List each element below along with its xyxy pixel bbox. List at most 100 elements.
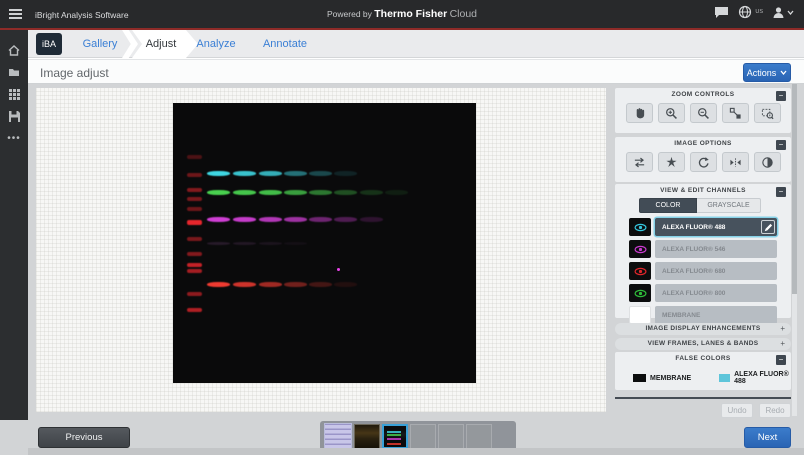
collapse-icon[interactable]: −: [776, 91, 786, 101]
color-swatch: [633, 374, 646, 382]
home-icon: [8, 45, 20, 56]
eye-visibility-icon[interactable]: [629, 284, 651, 302]
user-menu-icon[interactable]: [772, 6, 794, 19]
gel-band-alexa-680-red: [334, 282, 357, 287]
sidebar-item-gallery[interactable]: [0, 84, 28, 104]
section-title: FALSE COLORS: [615, 355, 791, 362]
gel-band-alexa-546-magenta: [207, 217, 230, 222]
collapse-icon[interactable]: −: [776, 187, 786, 197]
gel-band-alexa-680-red: [207, 282, 230, 287]
channel-button-488[interactable]: ALEXA FLUOR® 488: [655, 218, 777, 236]
false-color-membrane: MEMBRANE: [633, 371, 691, 385]
view-frames-lanes-bands-bar[interactable]: VIEW FRAMES, LANES & BANDS +: [615, 338, 791, 350]
ladder-band: [187, 269, 202, 273]
tab-annotate[interactable]: Annotate: [256, 30, 314, 58]
zoom-selection-button[interactable]: [754, 103, 781, 123]
gel-band-alexa-800-green: [259, 190, 282, 195]
color-mode-button[interactable]: COLOR: [639, 198, 697, 213]
iba-logo[interactable]: iBA: [36, 33, 62, 55]
thumbnail-fluor-selected[interactable]: [382, 424, 408, 449]
mirror-button[interactable]: [722, 152, 749, 172]
collapse-icon[interactable]: −: [776, 355, 786, 365]
section-title: VIEW & EDIT CHANNELS: [615, 187, 791, 194]
channel-button-membrane[interactable]: MEMBRANE: [655, 306, 777, 324]
gel-band-alexa-546-magenta: [233, 217, 256, 222]
sidebar-item-files[interactable]: [0, 62, 28, 82]
redo-button[interactable]: Redo: [759, 403, 791, 418]
section-title: IMAGE OPTIONS: [615, 140, 791, 147]
main-content: ZOOM CONTROLS − IMAGE OPTIONS −: [28, 84, 804, 420]
gel-band-faint-row: [207, 242, 230, 245]
channel-button-800[interactable]: ALEXA FLUOR® 800: [655, 284, 777, 302]
gel-speck: [337, 268, 340, 271]
undo-button[interactable]: Undo: [721, 403, 753, 418]
thumbnail-chemi[interactable]: [354, 424, 380, 449]
zoom-in-icon: [665, 107, 678, 120]
channel-row-680: ALEXA FLUOR® 680: [629, 262, 777, 280]
gel-band-alexa-800-green: [385, 190, 408, 195]
sidebar-item-save[interactable]: [0, 106, 28, 126]
false-color-488: ALEXA FLUOR® 488: [719, 371, 791, 385]
channel-button-680[interactable]: ALEXA FLUOR® 680: [655, 262, 777, 280]
actual-size-button[interactable]: [722, 103, 749, 123]
gel-band-faint-row: [259, 242, 282, 245]
eye-visibility-icon[interactable]: [629, 262, 651, 280]
crop-button[interactable]: [658, 152, 685, 172]
zoom-selection-icon: [761, 107, 774, 120]
gel-band-alexa-546-magenta: [309, 217, 332, 222]
powered-by: Powered by Thermo Fisher Cloud: [327, 8, 477, 20]
hamburger-menu-icon[interactable]: [9, 9, 22, 19]
mirror-icon: [729, 156, 742, 169]
left-sidebar: •••: [0, 30, 28, 455]
eye-visibility-icon[interactable]: [629, 218, 651, 236]
flip-button[interactable]: [626, 152, 653, 172]
next-button[interactable]: Next: [744, 427, 791, 448]
globe-icon[interactable]: [738, 5, 752, 19]
thumbnail-empty[interactable]: [466, 424, 492, 449]
tab-analyze[interactable]: Analyze: [188, 30, 244, 58]
image-canvas[interactable]: [36, 88, 606, 412]
ladder-band: [187, 197, 202, 201]
membrane-swatch[interactable]: [629, 306, 651, 324]
expand-icon[interactable]: +: [780, 324, 785, 333]
eye-visibility-icon[interactable]: [629, 240, 651, 258]
collapse-icon[interactable]: −: [776, 140, 786, 150]
previous-button[interactable]: Previous: [38, 427, 130, 448]
zoom-out-button[interactable]: [690, 103, 717, 123]
expand-icon[interactable]: +: [780, 339, 785, 348]
chevron-down-icon: [787, 10, 794, 15]
top-bar: iBright Analysis Software Powered by The…: [0, 0, 804, 28]
gel-band-alexa-800-green: [360, 190, 383, 195]
sidebar-item-home[interactable]: [0, 40, 28, 60]
grayscale-mode-button[interactable]: GRAYSCALE: [697, 198, 761, 213]
panel-scrollbar[interactable]: [792, 84, 797, 416]
gel-image[interactable]: [173, 103, 476, 383]
ibright-app: iBright Analysis Software Powered by The…: [0, 0, 804, 462]
gel-band-alexa-546-magenta: [284, 217, 307, 222]
ladder-band: [187, 155, 202, 159]
brand-logo: Thermo Fisher: [374, 8, 447, 20]
thumbnail-empty[interactable]: [410, 424, 436, 449]
scrollbar-thumb[interactable]: [792, 84, 797, 294]
chat-icon[interactable]: [714, 6, 729, 19]
tab-gallery[interactable]: Gallery: [68, 30, 132, 58]
page-title: Image adjust: [40, 66, 109, 80]
zoom-in-button[interactable]: [658, 103, 685, 123]
ladder-band: [187, 292, 202, 296]
zoom-controls-card: ZOOM CONTROLS −: [615, 88, 791, 133]
app-title: iBright Analysis Software: [35, 10, 129, 20]
edit-channel-icon[interactable]: [761, 220, 775, 234]
ladder-band: [187, 173, 202, 177]
rotate-button[interactable]: [690, 152, 717, 172]
actions-button[interactable]: Actions: [743, 63, 791, 82]
thumbnail-empty[interactable]: [438, 424, 464, 449]
gel-band-alexa-488-cyan: [334, 171, 357, 176]
gel-band-alexa-546-magenta: [334, 217, 357, 222]
thumbnail-membrane[interactable]: [324, 423, 352, 451]
false-colors-card: FALSE COLORS − MEMBRANE ALEXA FLUOR® 488: [615, 352, 791, 390]
invert-button[interactable]: [754, 152, 781, 172]
channel-button-546[interactable]: ALEXA FLUOR® 546: [655, 240, 777, 258]
sidebar-item-more[interactable]: •••: [0, 128, 28, 148]
image-display-enhancements-bar[interactable]: IMAGE DISPLAY ENHANCEMENTS +: [615, 323, 791, 335]
pan-button[interactable]: [626, 103, 653, 123]
